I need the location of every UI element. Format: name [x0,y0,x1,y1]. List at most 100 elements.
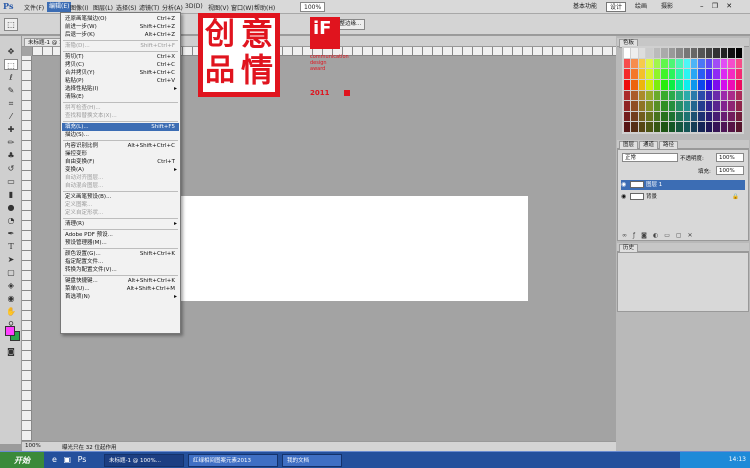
color-swatch[interactable] [631,90,638,101]
history-brush-tool-icon[interactable]: ↺ [4,163,18,174]
foreground-color-swatch[interactable] [5,326,15,336]
color-swatch[interactable] [720,79,728,90]
edit-menu-item[interactable]: 指定配置文件... [62,258,179,266]
tool-preset-icon[interactable]: ⬚ [4,18,18,31]
color-swatch[interactable] [713,101,720,111]
lasso-tool-icon[interactable]: ℓ [4,72,18,83]
color-swatch[interactable] [690,111,698,122]
color-swatch[interactable] [653,79,661,90]
color-swatch[interactable] [690,48,698,58]
vertical-ruler[interactable] [22,56,32,441]
ie-icon[interactable]: e [52,455,57,464]
color-swatch[interactable] [661,48,668,58]
menu-item[interactable]: 帮助(H) [254,3,275,12]
color-swatch[interactable] [646,111,653,122]
fill-input[interactable]: 100% [716,166,744,175]
color-swatch[interactable] [676,48,683,58]
workspace-button[interactable]: 摄影 [658,2,676,12]
color-swatch[interactable] [705,111,713,122]
color-swatch[interactable] [690,101,698,111]
edit-menu-item[interactable]: Adobe PDF 预设... [62,231,179,239]
color-swatch[interactable] [661,122,668,132]
edit-menu-item[interactable]: 剪切(T) Ctrl+X [62,53,179,61]
color-swatch[interactable] [683,58,690,69]
zoom-select[interactable]: 100% [300,2,326,12]
menu-item[interactable]: 分析(A) [162,3,183,12]
color-swatch[interactable] [624,79,631,90]
edit-menu-item[interactable]: 操控变形 [62,150,179,158]
menu-item[interactable]: 选择(S) [116,3,137,12]
layer-row[interactable]: ◉ 图层 1 [621,180,745,190]
color-swatch[interactable] [676,90,683,101]
fx-icon[interactable]: ƒ [633,232,641,239]
color-swatch[interactable] [653,101,661,111]
color-swatch[interactable] [720,90,728,101]
color-swatch[interactable] [683,79,690,90]
edit-menu-item[interactable]: 描边(S)... [62,131,179,139]
shape-tool-icon[interactable]: ▢ [4,267,18,278]
edit-menu-item[interactable]: 转换为配置文件(V)... [62,266,179,274]
color-swatch[interactable] [661,58,668,69]
minimize-icon[interactable]: – [700,2,704,10]
color-swatch[interactable] [728,122,735,132]
edit-menu-item[interactable]: 拷贝(C) Ctrl+C [62,61,179,69]
gradient-tool-icon[interactable]: ▮ [4,189,18,200]
color-swatch[interactable] [638,48,646,58]
brush-tool-icon[interactable]: ✏ [4,137,18,148]
edit-menu-item[interactable]: 变换(A) [62,166,179,174]
color-swatch[interactable] [638,58,646,69]
color-swatch[interactable] [690,69,698,79]
edit-menu-item[interactable]: 清理(R) [62,220,179,228]
delete-layer-icon[interactable]: ✕ [688,232,699,239]
menu-item[interactable]: 文件(F) [24,3,44,12]
quick-mask-icon[interactable]: ◙ [4,346,18,357]
color-swatch[interactable] [705,90,713,101]
color-swatch[interactable] [638,90,646,101]
color-swatch[interactable] [683,48,690,58]
color-swatch[interactable] [638,122,646,132]
taskbar-task[interactable]: 未标题-1 @ 100%... [104,454,184,467]
color-swatch[interactable] [690,79,698,90]
color-swatch[interactable] [653,58,661,69]
color-swatch[interactable] [638,111,646,122]
color-swatch[interactable] [720,58,728,69]
dodge-tool-icon[interactable]: ◔ [4,215,18,226]
edit-menu-item[interactable]: 后退一步(K) Alt+Ctrl+Z [62,31,179,39]
color-swatch[interactable] [638,69,646,79]
edit-menu-item[interactable]: 键盘快捷键... Alt+Shift+Ctrl+K [62,277,179,285]
color-swatch[interactable] [668,111,676,122]
color-swatch[interactable] [646,58,653,69]
blend-mode-select[interactable]: 正常 [622,153,678,162]
color-swatch[interactable] [646,122,653,132]
color-swatch[interactable] [676,79,683,90]
color-swatch[interactable] [624,90,631,101]
color-swatch[interactable] [661,90,668,101]
color-swatch[interactable] [705,122,713,132]
color-swatch[interactable] [713,69,720,79]
workspace-button[interactable]: 设计 [606,2,627,12]
color-swatch[interactable] [631,111,638,122]
adjustment-icon[interactable]: ◐ [653,232,664,239]
color-swatch[interactable] [676,101,683,111]
color-swatch[interactable] [690,90,698,101]
color-swatch[interactable] [638,101,646,111]
edit-menu-item[interactable]: 自由变换(F) Ctrl+T [62,158,179,166]
color-swatch[interactable] [646,101,653,111]
color-swatch[interactable] [668,79,676,90]
color-swatch[interactable] [698,48,705,58]
color-swatch[interactable] [728,79,735,90]
color-swatch[interactable] [631,48,638,58]
edit-menu-item[interactable]: 定义画笔预设(B)... [62,193,179,201]
color-swatch[interactable] [631,101,638,111]
color-swatch[interactable] [705,79,713,90]
color-swatch[interactable] [698,69,705,79]
color-swatch[interactable] [720,69,728,79]
color-swatch[interactable] [668,90,676,101]
edit-menu-item[interactable]: 粘贴(P) Ctrl+V [62,77,179,85]
path-select-tool-icon[interactable]: ➤ [4,254,18,265]
color-swatch[interactable] [720,101,728,111]
color-swatch[interactable] [705,58,713,69]
menu-item[interactable]: 3D(D) [185,3,203,10]
start-button[interactable]: 开始 [0,452,44,468]
color-swatch[interactable] [690,58,698,69]
